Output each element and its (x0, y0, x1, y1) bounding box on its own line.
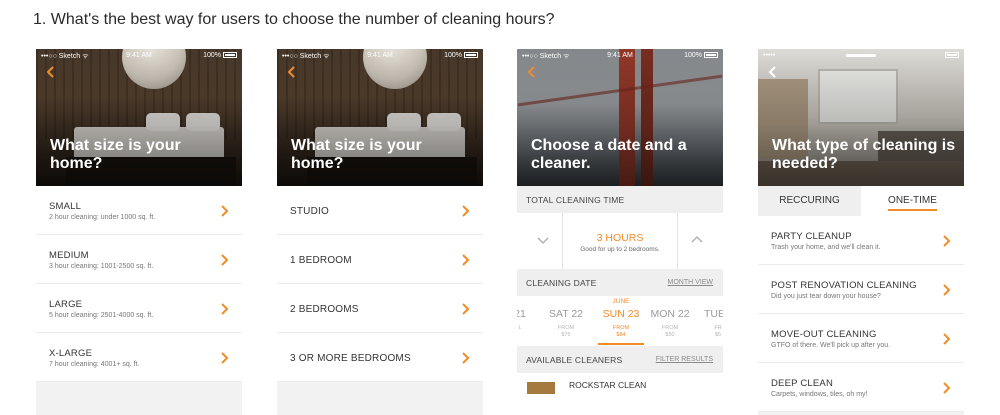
battery-label: 100% (444, 52, 478, 59)
item-title: STUDIO (290, 206, 329, 217)
hours-stepper: 3 HOURS Good for up to 2 bedrooms. (517, 213, 723, 269)
screen-home-size-bedrooms: •••○○ Sketch ᯤ 9:41 AM 100% What size is… (277, 49, 483, 415)
item-title: 3 OR MORE BEDROOMS (290, 353, 411, 364)
list-item-studio[interactable]: STUDIO (277, 186, 483, 235)
available-cleaners-label: AVAILABLE CLEANERS (526, 355, 623, 365)
item-subtitle: 7 hour cleaning: 4001+ sq. ft. (49, 361, 140, 368)
list-item-large[interactable]: LARGE 5 hour cleaning: 2501-4000 sq. ft. (36, 284, 242, 333)
list-item-post-renovation[interactable]: POST RENOVATION CLEANING Did you just tea… (758, 265, 964, 314)
cleaning-date-label: CLEANING DATE (526, 278, 597, 288)
screen-home-size-with-hours: •••○○ Sketch ᯤ 9:41 AM 100% What size is… (36, 49, 242, 415)
item-title: SMALL (49, 201, 82, 212)
date-option[interactable]: TUESFR$5 (693, 308, 723, 339)
item-title: PARTY CLEANUP (771, 231, 852, 242)
chevron-right-icon (460, 352, 470, 364)
cleaners-header: AVAILABLE CLEANERS FILTER RESULTS (517, 346, 723, 373)
list-item-medium[interactable]: MEDIUM 3 hour cleaning: 1001-2500 sq. ft. (36, 235, 242, 284)
cleaner-name: ROCKSTAR CLEAN (569, 380, 647, 390)
hero-image-bedroom: •••○○ Sketch ᯤ 9:41 AM 100% What size is… (36, 49, 242, 186)
battery-icon (223, 52, 237, 59)
item-subtitle: 3 hour cleaning: 1001-2500 sq. ft. (49, 263, 154, 270)
status-bar: •••○○ Sketch ᯤ 9:41 AM 100% (277, 49, 483, 63)
chevron-right-icon (460, 205, 470, 217)
date-option[interactable]: MON 22 FROM $50 (645, 308, 695, 339)
page-title: What type of cleaning is needed? (772, 137, 956, 172)
hero-image-bridge: •••○○ Sketch ᯤ 9:41 AM 100% Choose a dat… (517, 49, 723, 186)
item-title: X-LARGE (49, 348, 93, 359)
battery-icon (464, 52, 478, 59)
chevron-right-icon (219, 352, 229, 364)
battery-label: 100% (684, 52, 718, 59)
cleaning-date-header: CLEANING DATE MONTH VIEW (517, 269, 723, 296)
hero-image-bedroom: •••○○ Sketch ᯤ 9:41 AM 100% What size is… (277, 49, 483, 186)
item-subtitle: GTFO of there. We'll pick up after you. (771, 342, 891, 349)
hours-note: Good for up to 2 bedrooms. (580, 246, 660, 253)
list-item-small[interactable]: SMALL 2 hour cleaning: under 1000 sq. ft. (36, 186, 242, 235)
status-bar: •••○○ Sketch ᯤ 9:41 AM 100% (517, 49, 723, 63)
list-item-x-large[interactable]: X-LARGE 7 hour cleaning: 4001+ sq. ft. (36, 333, 242, 382)
item-title: DEEP CLEAN (771, 378, 834, 389)
chevron-right-icon (219, 303, 229, 315)
screen-cleaning-type: ••••• What type of cleaning is needed? R… (758, 49, 964, 415)
chevron-right-icon (941, 333, 951, 345)
back-chevron-icon[interactable] (766, 65, 780, 79)
item-title: 1 BEDROOM (290, 255, 352, 266)
month-view-link[interactable]: MONTH VIEW (668, 279, 714, 286)
back-chevron-icon[interactable] (285, 65, 299, 79)
chevron-right-icon (460, 254, 470, 266)
item-subtitle: 5 hour cleaning: 2501-4000 sq. ft. (49, 312, 154, 319)
item-title: POST RENOVATION CLEANING (771, 280, 917, 291)
item-title: MEDIUM (49, 250, 89, 261)
battery-icon (704, 52, 718, 59)
chevron-right-icon (219, 254, 229, 266)
notch-indicator (846, 54, 876, 57)
total-time-label: TOTAL CLEANING TIME (526, 195, 625, 205)
tab-recurring[interactable]: RECCURING (758, 186, 861, 216)
item-subtitle: Trash your home, and we'll clean it. (771, 244, 881, 251)
list-item-party-cleanup[interactable]: PARTY CLEANUP Trash your home, and we'll … (758, 216, 964, 265)
list-item-3-plus-bedrooms[interactable]: 3 OR MORE BEDROOMS (277, 333, 483, 382)
list-item-1-bedroom[interactable]: 1 BEDROOM (277, 235, 483, 284)
page-title: Choose a date and a cleaner. (531, 137, 687, 172)
battery-icon (943, 52, 959, 59)
frequency-tabs: RECCURING ONE-TIME (758, 186, 964, 216)
item-title: 2 BEDROOMS (290, 304, 359, 315)
chevron-right-icon (941, 382, 951, 394)
date-option[interactable]: SAT 22 FROM $75 (541, 308, 591, 339)
chevron-right-icon (941, 235, 951, 247)
list-item-move-out[interactable]: MOVE-OUT CLEANING GTFO of there. We'll pi… (758, 314, 964, 363)
back-chevron-icon[interactable] (525, 65, 539, 79)
list-item-2-bedrooms[interactable]: 2 BEDROOMS (277, 284, 483, 333)
page-title: What size is your home? (50, 137, 181, 172)
chevron-right-icon (219, 205, 229, 217)
item-subtitle: 2 hour cleaning: under 1000 sq. ft. (49, 214, 156, 221)
chevron-right-icon (460, 303, 470, 315)
status-bar: •••○○ Sketch ᯤ 9:41 AM 100% (36, 49, 242, 63)
item-subtitle: Carpets, windows, tiles, oh my! (771, 391, 868, 398)
item-subtitle: Did you just tear down your house? (771, 293, 881, 300)
month-label: JUNE (612, 298, 630, 305)
signal-dots: ••••• (763, 52, 776, 59)
chevron-right-icon (941, 284, 951, 296)
item-title: MOVE-OUT CLEANING (771, 329, 877, 340)
page-title: What size is your home? (291, 137, 422, 172)
screen-date-and-cleaner: •••○○ Sketch ᯤ 9:41 AM 100% Choose a dat… (517, 49, 723, 415)
list-item-deep-clean[interactable]: DEEP CLEAN Carpets, windows, tiles, oh my… (758, 363, 964, 412)
question-heading: 1. What's the best way for users to choo… (33, 11, 555, 28)
tab-one-time[interactable]: ONE-TIME (861, 186, 964, 216)
cleaner-item[interactable]: ROCKSTAR CLEAN (517, 373, 723, 394)
date-option-selected[interactable]: JUNE SUN 23 FROM $84 (596, 298, 646, 345)
chevron-up-icon[interactable] (691, 235, 703, 243)
date-picker: 21 L SAT 22 FROM $75 JUNE SUN 23 FROM $84 MON … (517, 296, 723, 346)
hero-image-living-room: ••••• What type of cleaning is needed? (758, 49, 964, 186)
filter-results-link[interactable]: FILTER RESULTS (656, 356, 713, 363)
back-chevron-icon[interactable] (44, 65, 58, 79)
status-bar: ••••• (758, 49, 964, 63)
cleaner-thumbnail (527, 382, 555, 394)
battery-label: 100% (203, 52, 237, 59)
item-title: LARGE (49, 299, 83, 310)
total-time-header: TOTAL CLEANING TIME (517, 186, 723, 213)
